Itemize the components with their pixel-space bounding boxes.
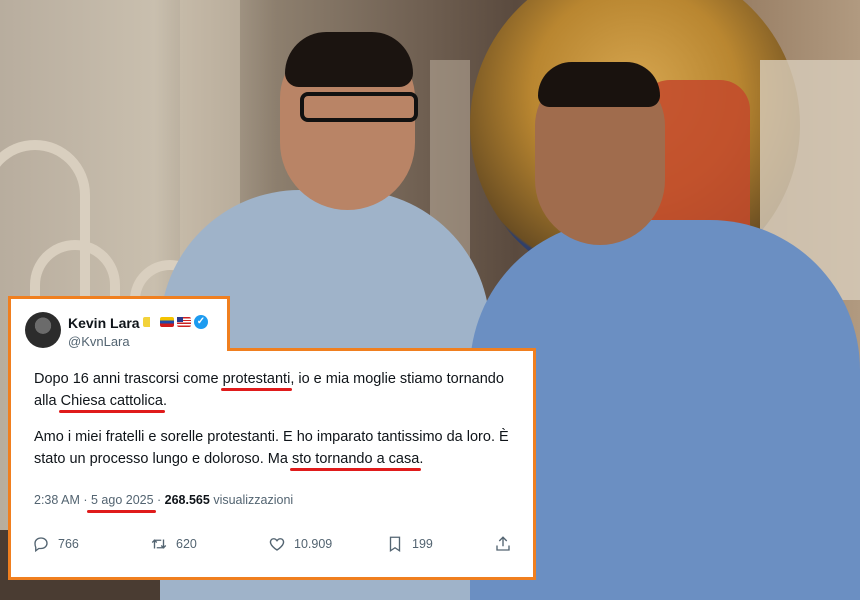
avatar[interactable] [25, 312, 61, 348]
reply-button[interactable]: 766 [32, 535, 79, 553]
highlight-protestanti: protestanti [222, 371, 291, 387]
highlight-chiesa-cattolica: Chiesa cattolica [60, 393, 163, 409]
tweet-text: Dopo 16 anni trascorsi come protestanti,… [34, 368, 524, 484]
tweet-date[interactable]: 5 ago 2025 [91, 493, 154, 507]
tweet-actions: 766 620 10.909 199 [32, 535, 512, 555]
us-flag-icon [177, 317, 191, 327]
vatican-flag-icon [143, 317, 157, 327]
heart-icon [269, 538, 285, 551]
tweet-meta: 2:38 AM · 5 ago 2025 · 268.565 visualizz… [34, 493, 294, 507]
author-handle[interactable]: @KvnLara [68, 334, 130, 349]
share-icon [496, 536, 510, 551]
reply-icon [34, 537, 48, 553]
author-badges: ✓ [143, 315, 208, 329]
author-name[interactable]: Kevin Lara [68, 315, 140, 331]
repost-button[interactable]: 620 [150, 535, 197, 553]
venezuela-flag-icon [160, 317, 174, 327]
tweet-paragraph-2: Amo i miei fratelli e sorelle protestant… [34, 429, 509, 467]
like-button[interactable]: 10.909 [268, 535, 332, 553]
bookmark-icon [389, 536, 401, 553]
tweet-paragraph-1: Dopo 16 anni trascorsi come protestanti,… [34, 371, 504, 409]
bookmark-button[interactable]: 199 [386, 535, 433, 553]
highlight-sto-tornando-a-casa: sto tornando a casa [291, 451, 420, 467]
views-count: 268.565 [164, 493, 210, 507]
tweet-card: Kevin Lara ✓ @KvnLara Dopo 16 anni trasc… [8, 296, 536, 580]
repost-icon [151, 539, 167, 549]
views-label: visualizzazioni [209, 493, 294, 507]
verified-badge-icon: ✓ [194, 315, 208, 329]
tweet-time[interactable]: 2:38 AM [34, 493, 80, 507]
share-button[interactable] [494, 535, 512, 553]
